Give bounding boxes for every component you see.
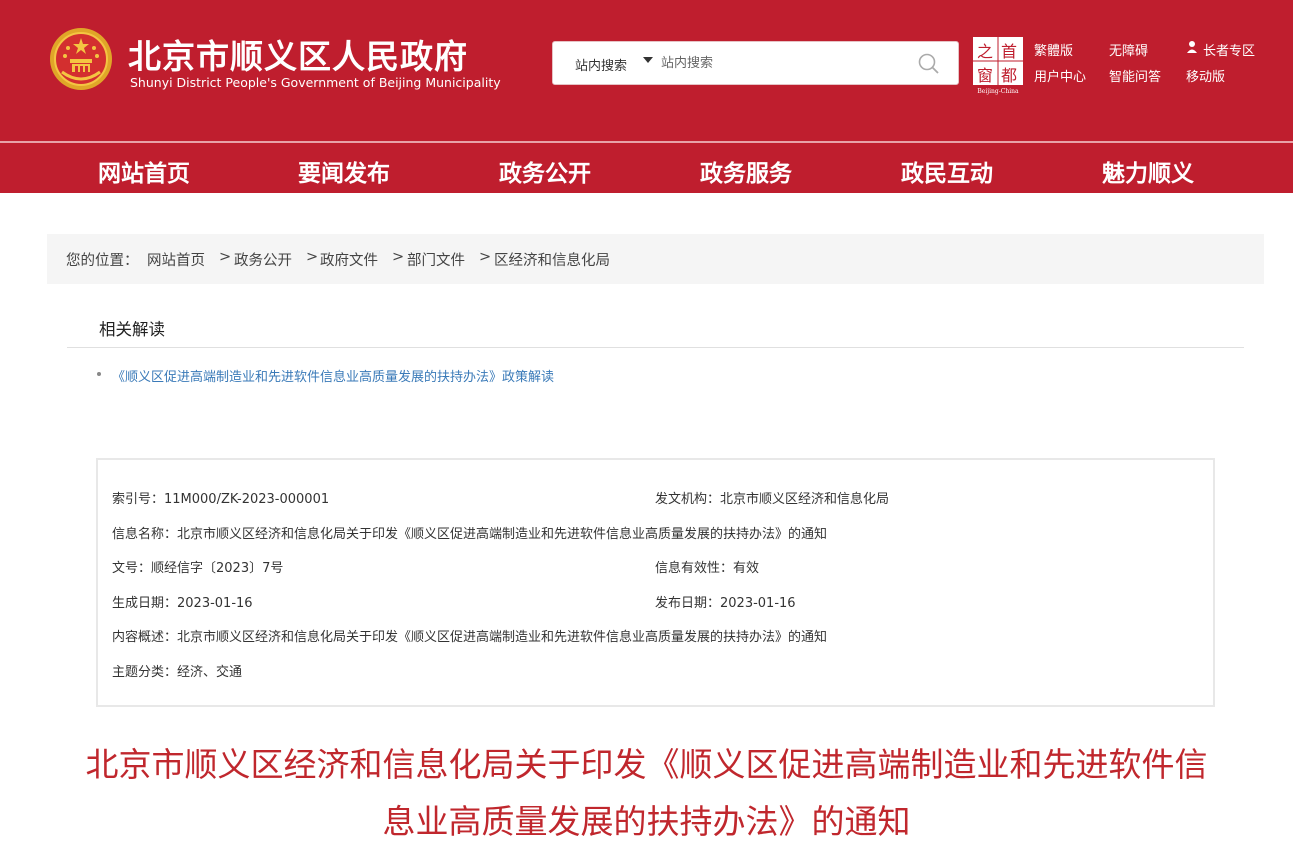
search-box: 站内搜索 [552,41,959,85]
search-input[interactable] [661,50,901,76]
site-subtitle: Shunyi District People's Government of B… [130,75,501,90]
nav-item-home[interactable]: 网站首页 [98,154,190,188]
breadcrumb-separator: > [219,249,232,265]
user-center-link[interactable]: 用户中心 [1034,66,1086,85]
list-bullet [97,372,101,376]
smart-qa-link[interactable]: 智能问答 [1109,66,1161,85]
meta-info-name: 信息名称：北京市顺义区经济和信息化局关于印发《顺义区促进高端制造业和先进软件信息… [112,527,828,542]
section-divider [67,347,1244,348]
meta-document-number: 文号：顺经信字〔2023〕7号 [112,561,284,576]
main-nav: 网站首页 要闻发布 政务公开 政务服务 政民互动 魅力顺义 [0,143,1293,193]
related-interpretation-link[interactable]: 《顺义区促进高端制造业和先进软件信息业高质量发展的扶持办法》政策解读 [112,366,554,385]
meta-published-date: 发布日期：2023-01-16 [655,596,796,611]
meta-topic: 主题分类：经济、交通 [112,665,243,680]
meta-created-date: 生成日期：2023-01-16 [112,596,253,611]
person-icon [1187,41,1197,53]
breadcrumb-item-open-government[interactable]: 政务公开 [234,249,292,270]
capital-window-logo[interactable]: 之 首 窗 都 Beijing-China [971,35,1025,95]
meta-issuer: 发文机构：北京市顺义区经济和信息化局 [655,492,890,507]
breadcrumb: 您的位置： 网站首页 > 政务公开 > 政府文件 > 部门文件 > 区经济和信息… [47,234,1264,284]
nav-item-government-services[interactable]: 政务服务 [700,154,792,188]
nav-item-interaction[interactable]: 政民互动 [901,154,993,188]
chevron-down-icon[interactable] [643,57,653,63]
elderly-zone-link[interactable]: 长者专区 [1203,40,1255,59]
meta-validity: 信息有效性：有效 [655,561,760,576]
breadcrumb-prefix: 您的位置： [66,253,139,269]
breadcrumb-separator: > [306,249,319,265]
site-title[interactable]: 北京市顺义区人民政府 [128,30,468,78]
national-emblem-icon[interactable] [48,26,114,92]
search-scope-select[interactable]: 站内搜索 [575,55,627,74]
nav-item-open-government[interactable]: 政务公开 [499,154,591,188]
svg-text:窗: 窗 [977,66,993,85]
breadcrumb-item-department-documents[interactable]: 部门文件 [407,249,465,270]
svg-text:都: 都 [1001,66,1017,85]
svg-text:之: 之 [977,42,993,61]
related-section-title: 相关解读 [99,320,165,339]
accessibility-link[interactable]: 无障碍 [1109,40,1148,59]
document-metadata-box: 索引号：11M000/ZK-2023-000001 发文机构：北京市顺义区经济和… [96,458,1215,707]
search-icon[interactable] [917,52,941,76]
document-title-line-2: 息业高质量发展的扶持办法》的通知 [382,802,911,841]
mobile-version-link[interactable]: 移动版 [1186,66,1225,85]
breadcrumb-item-government-documents[interactable]: 政府文件 [320,249,378,270]
svg-text:首: 首 [1001,42,1017,61]
breadcrumb-item-economy-bureau[interactable]: 区经济和信息化局 [494,249,610,270]
breadcrumb-separator: > [479,249,492,265]
traditional-chinese-link[interactable]: 繁體版 [1034,40,1073,59]
nav-item-charm-shunyi[interactable]: 魅力顺义 [1102,154,1194,188]
meta-summary: 内容概述：北京市顺义区经济和信息化局关于印发《顺义区促进高端制造业和先进软件信息… [112,630,828,645]
document-title-line-1: 北京市顺义区经济和信息化局关于印发《顺义区促进高端制造业和先进软件信 [85,745,1208,784]
site-header: 北京市顺义区人民政府 Shunyi District People's Gove… [0,0,1293,141]
nav-item-news[interactable]: 要闻发布 [298,154,390,188]
svg-text:Beijing-China: Beijing-China [977,88,1019,95]
meta-index-number: 索引号：11M000/ZK-2023-000001 [112,492,330,507]
breadcrumb-item-home[interactable]: 网站首页 [147,249,205,270]
breadcrumb-separator: > [392,249,405,265]
